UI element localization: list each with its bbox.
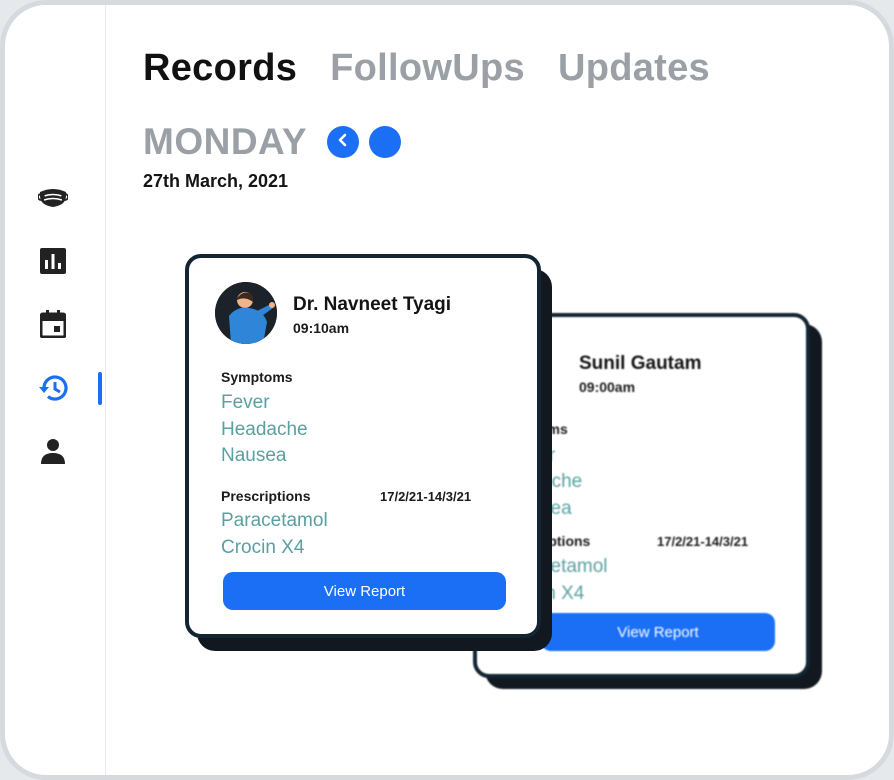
card-body: Dr. Navneet Tyagi 09:10am Symptoms Fever… [185, 254, 541, 638]
prescription-date-range: 17/2/21-14/3/21 [657, 534, 749, 549]
sidebar-item-history[interactable] [38, 374, 68, 407]
sidebar [5, 5, 106, 775]
prescription-item: Crocin X4 [221, 537, 305, 558]
calendar-icon [39, 309, 67, 343]
prev-day-button[interactable] [327, 126, 360, 158]
appointment-time: 09:00am [579, 379, 636, 395]
sidebar-item-calendar[interactable] [38, 309, 68, 343]
sidebar-item-analytics[interactable] [38, 247, 68, 279]
prescription-date-range: 17/2/21-14/3/21 [380, 489, 472, 504]
date-label: 27th March, 2021 [143, 171, 289, 191]
tab-bar: Records FollowUps Updates [143, 47, 710, 90]
view-report-button[interactable]: View Report [541, 613, 775, 651]
sidebar-item-mask[interactable] [37, 185, 69, 215]
history-icon [38, 374, 68, 407]
person-icon [40, 438, 66, 469]
tab-updates[interactable]: Updates [558, 47, 710, 90]
chevron-left-icon [337, 133, 349, 152]
tab-records[interactable]: Records [143, 47, 297, 90]
appointment-time: 09:10am [293, 320, 350, 336]
active-indicator [98, 372, 102, 405]
prescriptions-label: Prescriptions [221, 488, 311, 504]
avatar [215, 282, 277, 344]
mask-icon [37, 187, 69, 214]
doctor-name: Dr. Navneet Tyagi [293, 294, 452, 315]
next-day-button[interactable] [369, 126, 402, 158]
view-report-button[interactable]: View Report [223, 572, 506, 610]
chart-icon [40, 247, 66, 279]
day-title: MONDAY [143, 121, 308, 162]
symptom-item: Fever [221, 392, 270, 413]
symptom-item: Nausea [221, 445, 287, 466]
doctor-name: Sunil Gautam [579, 353, 702, 374]
tab-followups[interactable]: FollowUps [330, 47, 525, 90]
sidebar-item-profile[interactable] [38, 438, 68, 468]
app-frame: Records FollowUps Updates MONDAY 27th Ma… [0, 0, 894, 780]
prescription-item: Paracetamol [221, 510, 328, 531]
day-row: MONDAY [143, 121, 402, 163]
symptom-item: Headache [221, 419, 308, 440]
symptoms-label: Symptoms [221, 369, 293, 385]
